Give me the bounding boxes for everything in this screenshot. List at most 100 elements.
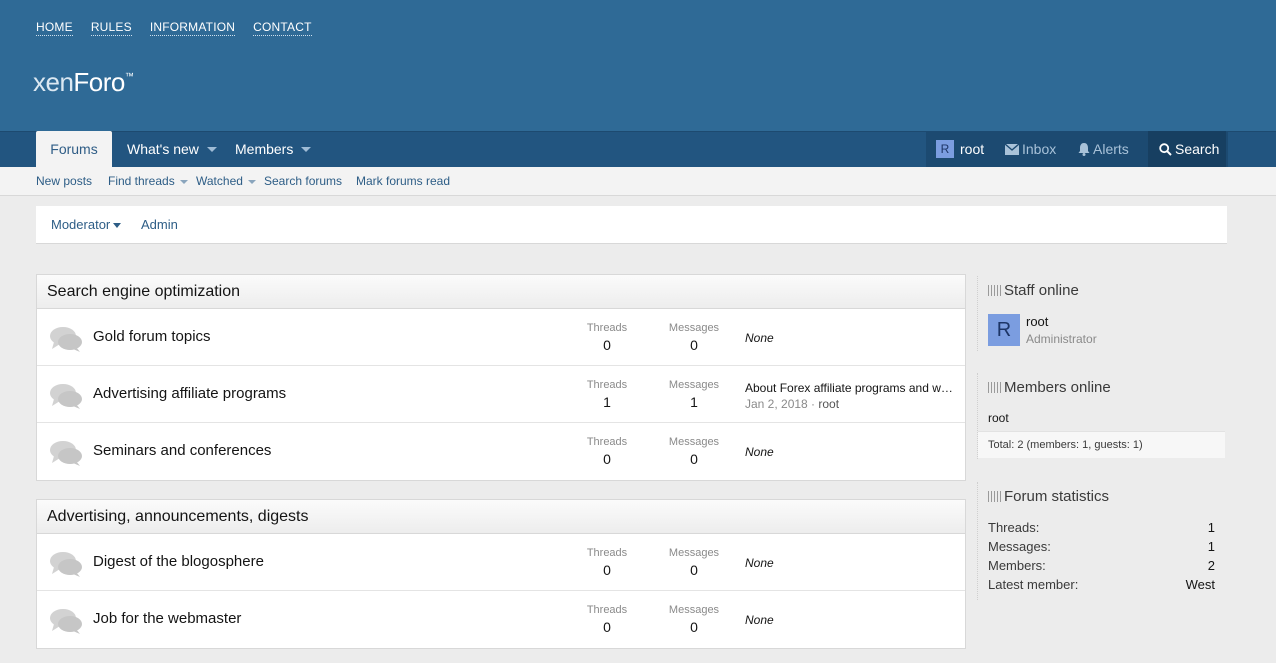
forum-row: Advertising affiliate programs Threads 1 …	[37, 366, 965, 423]
staff-role: Administrator	[1026, 332, 1097, 346]
alerts-link[interactable]: Alerts	[1078, 131, 1129, 167]
chevron-down-icon[interactable]	[247, 179, 256, 184]
stat-label: Threads	[586, 547, 628, 559]
widget-title: Staff online	[978, 276, 1225, 306]
alerts-label: Alerts	[1093, 141, 1129, 157]
stat-value: 2	[1207, 558, 1215, 573]
threads-stat: Threads 0	[567, 436, 647, 467]
latest-thread-link[interactable]: About Forex affiliate programs and what …	[745, 381, 955, 395]
latest-post-none: None	[745, 331, 774, 345]
stat-value: 0	[603, 337, 611, 353]
forum-title[interactable]: Job for the webmaster	[93, 610, 241, 627]
search-forums-link[interactable]: Search forums	[264, 174, 342, 188]
stat-label: Threads	[586, 436, 628, 448]
admin-link[interactable]: Admin	[141, 217, 178, 232]
stat-label: Messages	[668, 322, 720, 334]
messages-stat: Messages 0	[654, 436, 734, 467]
chevron-down-icon[interactable]	[206, 146, 217, 152]
latest-date[interactable]: Jan 2, 2018	[745, 397, 808, 411]
stat-value: 0	[690, 562, 698, 578]
forum-title[interactable]: Digest of the blogosphere	[93, 553, 264, 570]
forum-bubbles-icon	[50, 609, 82, 634]
messages-stat: Messages 0	[654, 322, 734, 353]
site-logo[interactable]: xenForo™	[33, 67, 134, 98]
top-link-home[interactable]: HOME	[36, 20, 73, 36]
category-title[interactable]: Search engine optimization	[37, 275, 965, 309]
stat-row: Threads: 1	[978, 518, 1225, 537]
tab-members[interactable]: Members	[235, 131, 312, 167]
messages-stat: Messages 0	[654, 604, 734, 635]
logo-part-1: xen	[33, 67, 74, 97]
stat-label: Messages	[668, 547, 720, 559]
stat-label: Threads:	[988, 520, 1040, 535]
mark-forums-read-link[interactable]: Mark forums read	[356, 174, 450, 188]
online-member[interactable]: root	[978, 403, 1225, 431]
forum-title[interactable]: Seminars and conferences	[93, 442, 271, 459]
threads-stat: Threads 1	[567, 379, 647, 410]
latest-user[interactable]: root	[818, 397, 839, 411]
chevron-down-icon[interactable]	[301, 146, 312, 152]
caret-down-icon	[113, 223, 122, 229]
stat-value: 0	[690, 451, 698, 467]
widget-title: Members online	[978, 373, 1225, 403]
forum-bubbles-icon	[50, 384, 82, 409]
find-threads-link[interactable]: Find threads	[108, 174, 188, 188]
staff-online-title[interactable]: Staff online	[1004, 282, 1079, 299]
stat-value: 0	[690, 619, 698, 635]
forum-row: Digest of the blogosphere Threads 0 Messa…	[37, 534, 965, 591]
staff-member: R root Administrator	[978, 306, 1225, 356]
watched-link[interactable]: Watched	[196, 174, 256, 188]
watched-label: Watched	[196, 174, 243, 188]
members-online-title[interactable]: Members online	[1004, 379, 1111, 396]
inbox-label: Inbox	[1022, 141, 1057, 157]
staff-bar: Moderator Admin	[36, 206, 1227, 244]
stat-label: Threads	[586, 322, 628, 334]
account-link[interactable]: Rroot	[936, 131, 984, 167]
stat-value: 0	[603, 562, 611, 578]
new-posts-link[interactable]: New posts	[36, 174, 92, 188]
top-link-rules[interactable]: RULES	[90, 20, 132, 36]
forum-title[interactable]: Advertising affiliate programs	[93, 385, 286, 402]
site-header: HOME RULES INFORMATION CONTACT xenForo™	[0, 0, 1276, 131]
moderator-label: Moderator	[51, 217, 111, 232]
latest-post-none: None	[745, 613, 774, 627]
stat-value: 1	[1207, 539, 1215, 554]
grip-icon	[988, 490, 1002, 502]
threads-stat: Threads 0	[567, 604, 647, 635]
forum-bubbles-icon	[50, 327, 82, 352]
tab-whats-new-label: What's new	[127, 141, 199, 157]
avatar[interactable]: R	[988, 314, 1020, 346]
search-label: Search	[1175, 141, 1220, 157]
staff-online-widget: Staff online R root Administrator	[977, 276, 1225, 351]
category-title[interactable]: Advertising, announcements, digests	[37, 500, 965, 534]
inbox-link[interactable]: Inbox	[1004, 131, 1057, 167]
staff-name[interactable]: root	[1026, 314, 1048, 329]
stat-value: 1	[1207, 520, 1215, 535]
forum-bubbles-icon	[50, 552, 82, 577]
latest-member-link[interactable]: West	[1186, 575, 1215, 594]
grip-icon	[988, 284, 1002, 296]
envelope-icon	[1004, 143, 1020, 155]
stat-row: Latest member: West	[978, 575, 1225, 594]
logo-part-2: Foro	[73, 67, 125, 97]
threads-stat: Threads 0	[567, 547, 647, 578]
tab-forums[interactable]: Forums	[36, 131, 112, 167]
top-link-contact[interactable]: CONTACT	[253, 20, 312, 36]
forum-statistics-widget: Forum statistics Threads: 1 Messages: 1 Me…	[977, 482, 1225, 600]
stat-value: 0	[690, 337, 698, 353]
tab-whats-new[interactable]: What's new	[127, 131, 217, 167]
widget-title: Forum statistics	[978, 482, 1225, 512]
messages-stat: Messages 1	[654, 379, 734, 410]
forum-bubbles-icon	[50, 441, 82, 466]
top-link-information[interactable]: INFORMATION	[149, 20, 236, 36]
search-button[interactable]: Search	[1148, 131, 1226, 167]
moderator-menu[interactable]: Moderator	[51, 217, 122, 232]
chevron-down-icon[interactable]	[179, 179, 188, 184]
stat-label: Latest member:	[988, 577, 1079, 592]
forum-title[interactable]: Gold forum topics	[93, 328, 211, 345]
tab-members-label: Members	[235, 141, 294, 157]
stat-label: Messages	[668, 379, 720, 391]
stat-label: Messages	[668, 604, 720, 616]
messages-stat: Messages 0	[654, 547, 734, 578]
members-online-widget: Members online root Total: 2 (members: 1…	[977, 373, 1225, 459]
